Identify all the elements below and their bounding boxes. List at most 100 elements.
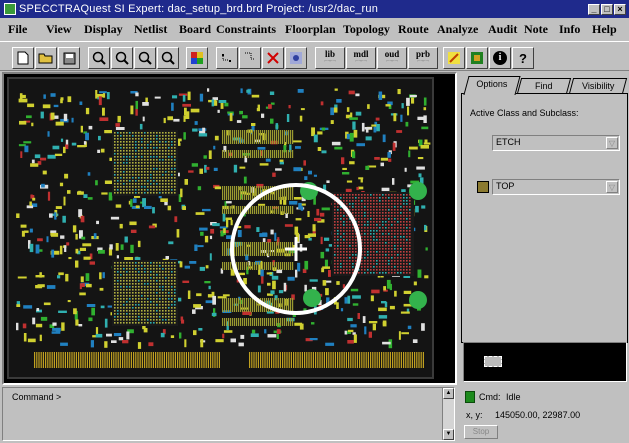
zoom-fit-button[interactable]: [134, 47, 156, 69]
bga-ball: [138, 138, 140, 140]
open-file-button[interactable]: [35, 47, 57, 69]
bga-ball: [117, 150, 119, 152]
oud-button[interactable]: oud ⌐¬⌐¬: [377, 47, 407, 69]
bga-ball: [165, 277, 167, 279]
slide-button[interactable]: [239, 47, 261, 69]
menu-floorplan[interactable]: Floorplan: [285, 22, 336, 37]
bga-ball: [123, 132, 125, 134]
connector-pin: [45, 352, 47, 368]
bga-ball: [162, 313, 164, 315]
menu-display[interactable]: Display: [84, 22, 123, 37]
bga-ball: [132, 144, 134, 146]
bga-ball: [126, 307, 128, 309]
tab-visibility[interactable]: Visibility: [568, 78, 628, 94]
subclass-select[interactable]: TOP ▽: [492, 179, 620, 195]
scroll-up-icon[interactable]: ▲: [443, 388, 454, 399]
menu-file[interactable]: File: [8, 22, 27, 37]
command-prompt: Command >: [12, 392, 62, 402]
color-layers-button[interactable]: [186, 47, 208, 69]
bga-ball: [174, 192, 176, 194]
connector-pin: [133, 352, 135, 368]
bga-ball: [397, 257, 399, 259]
probe-button[interactable]: prb ⌐¬⌐¬: [408, 47, 438, 69]
menu-analyze[interactable]: Analyze: [437, 22, 478, 37]
tab-find[interactable]: Find: [516, 78, 572, 94]
bga-ball: [132, 135, 134, 137]
prb-label: prb: [415, 49, 430, 59]
chip-lead: [254, 206, 256, 214]
zoom-in-button[interactable]: [88, 47, 110, 69]
menu-constraints[interactable]: Constraints: [216, 22, 276, 37]
minimize-button[interactable]: _: [588, 3, 600, 15]
add-connect-button[interactable]: [216, 47, 238, 69]
connector-pin: [266, 352, 268, 368]
chip-lead: [254, 262, 256, 270]
bga-ball: [114, 316, 116, 318]
bga-ball: [165, 165, 167, 167]
menu-topology[interactable]: Topology: [343, 22, 390, 37]
connector-pin: [122, 352, 124, 368]
bga-ball: [343, 218, 345, 220]
new-file-button[interactable]: [12, 47, 34, 69]
menu-note[interactable]: Note: [524, 22, 548, 37]
model-button[interactable]: mdl ⌐¬⌐¬: [346, 47, 376, 69]
info-button[interactable]: i: [489, 47, 511, 69]
menu-view[interactable]: View: [46, 22, 72, 37]
minimap-viewport[interactable]: [484, 356, 502, 367]
pcb-part: [63, 146, 66, 154]
pcb-part: [35, 244, 40, 254]
save-button[interactable]: [58, 47, 80, 69]
bga-ball: [388, 266, 390, 268]
pcb-part: [382, 134, 386, 143]
scroll-down-icon[interactable]: ▼: [443, 429, 454, 440]
bga-ball: [141, 153, 143, 155]
highlight-button[interactable]: [443, 47, 465, 69]
console-scrollbar[interactable]: ▲ ▼: [442, 388, 454, 440]
chip-lead: [258, 318, 260, 326]
pcb-part: [81, 236, 86, 240]
tab-options[interactable]: Options: [463, 76, 521, 95]
class-select[interactable]: ETCH ▽: [492, 135, 620, 151]
menu-info[interactable]: Info: [559, 22, 580, 37]
subclass-color-swatch[interactable]: [477, 181, 489, 193]
bga-ball: [406, 200, 408, 202]
bga-ball: [123, 159, 125, 161]
bga-ball: [340, 227, 342, 229]
delete-button[interactable]: [262, 47, 284, 69]
zoom-previous-button[interactable]: [157, 47, 179, 69]
pcb-part: [188, 170, 194, 173]
stop-button[interactable]: Stop: [464, 425, 498, 439]
pcb-board-view[interactable]: [4, 74, 455, 383]
bga-ball: [162, 168, 164, 170]
chip-lead: [234, 318, 236, 326]
menu-route[interactable]: Route: [398, 22, 429, 37]
bga-ball: [174, 168, 176, 170]
bga-ball: [126, 262, 128, 264]
board-view-button[interactable]: [466, 47, 488, 69]
chip-lead: [242, 150, 244, 158]
pcb-part: [316, 208, 320, 216]
menu-netlist[interactable]: Netlist: [134, 22, 167, 37]
command-console[interactable]: Command > ▲ ▼: [2, 387, 455, 441]
menu-board[interactable]: Board: [179, 22, 211, 37]
library-button[interactable]: lib ⌐¬⌐¬: [315, 47, 345, 69]
menu-help[interactable]: Help: [592, 22, 617, 37]
bga-ball: [385, 266, 387, 268]
bga-ball: [135, 280, 137, 282]
via-button[interactable]: [285, 47, 307, 69]
bga-ball: [355, 194, 357, 196]
close-button[interactable]: ×: [614, 3, 626, 15]
world-view-minimap[interactable]: [463, 342, 627, 382]
pcb-part: [86, 283, 92, 288]
maximize-button[interactable]: □: [601, 3, 613, 15]
help-button[interactable]: ?: [512, 47, 534, 69]
bga-ball: [171, 144, 173, 146]
menu-audit[interactable]: Audit: [488, 22, 517, 37]
connector-pin: [279, 352, 281, 368]
bga-ball: [123, 141, 125, 143]
chip-lead: [292, 206, 294, 214]
zoom-out-button[interactable]: [111, 47, 133, 69]
design-canvas[interactable]: [2, 72, 457, 385]
bga-ball: [168, 180, 170, 182]
bga-ball: [156, 147, 158, 149]
